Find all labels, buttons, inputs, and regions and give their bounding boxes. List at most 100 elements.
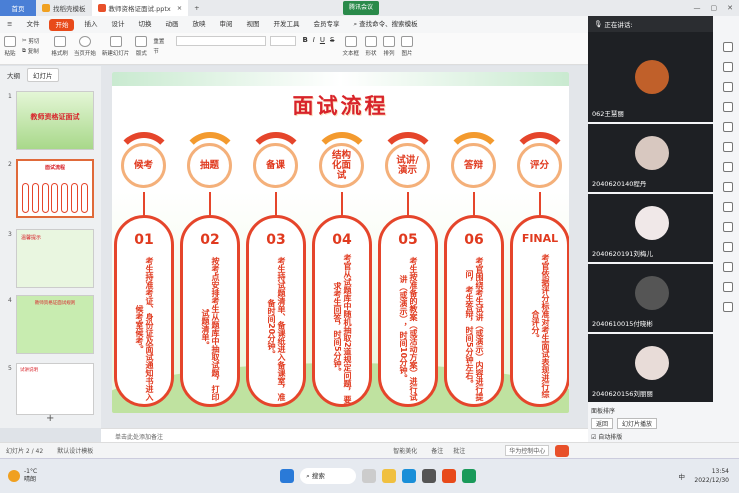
tab-home[interactable]: 首页	[0, 0, 36, 16]
play-button[interactable]: 当页开始	[74, 36, 96, 57]
textbox-label: 文本框	[342, 51, 359, 57]
tool-icon[interactable]	[722, 42, 733, 52]
tool-icon[interactable]	[722, 102, 733, 112]
participant-tile[interactable]: 2040620140程丹	[588, 124, 713, 192]
participant-tile[interactable]: 2040620156刘丽丽	[588, 334, 713, 402]
ime-indicator[interactable]: 中	[679, 471, 686, 481]
step-description: 考官依据评分标准对考生面试表现进行综合评分。	[531, 254, 550, 398]
menu-animation[interactable]: 动画	[158, 16, 185, 33]
tencent-meeting-icon[interactable]	[462, 469, 477, 483]
menu-file[interactable]: 文件	[19, 16, 46, 33]
tool-icon[interactable]	[722, 202, 733, 212]
menu-member[interactable]: 会员专享	[306, 16, 346, 33]
menu-icon[interactable]: ≡	[0, 16, 19, 33]
tab-template[interactable]: 找稻壳模板	[36, 0, 92, 16]
menu-developer[interactable]: 开发工具	[266, 16, 306, 33]
tab-slides[interactable]: 幻灯片	[27, 67, 59, 82]
input-method-icon[interactable]	[555, 444, 570, 457]
participant-tile[interactable]: 2040610015付晓彬	[588, 264, 713, 332]
tab-outline[interactable]: 大纲	[0, 70, 27, 80]
weather-text: 晴朗	[24, 476, 37, 483]
menu-design[interactable]: 设计	[104, 16, 131, 33]
step-card: 06 考官围绕考生试讲（或演示）内容进行提问，考生答辩，时间5分钟左右。	[444, 215, 504, 407]
shapes-button[interactable]: 形状	[364, 36, 377, 57]
thumb-number: 4	[8, 297, 12, 304]
tool-icon[interactable]	[722, 122, 733, 132]
clock[interactable]: 13:54 2022/12/30	[694, 467, 729, 485]
minimize-icon[interactable]: —	[694, 4, 701, 12]
participant-tile[interactable]: 2040620191刘梅儿	[588, 194, 713, 262]
smart-beautify-button[interactable]: 智能美化	[393, 446, 417, 455]
auto-layout-checkbox[interactable]: ☑ 自动排版	[591, 432, 710, 441]
layout-button[interactable]: 版式	[135, 36, 148, 57]
step-circle: 抽题	[187, 143, 232, 188]
menu-home[interactable]: 开始	[49, 18, 75, 31]
slide-thumbnail-selected[interactable]: 面试流程	[16, 159, 94, 218]
slideshow-button[interactable]: 幻灯片播放	[617, 418, 658, 429]
menu-review[interactable]: 审阅	[212, 16, 239, 33]
tool-icon[interactable]	[722, 222, 733, 232]
picture-button[interactable]: 图片	[400, 36, 413, 57]
menu-transition[interactable]: 切换	[131, 16, 158, 33]
notes-toggle[interactable]: 备注	[431, 446, 443, 455]
task-view-icon[interactable]	[362, 469, 377, 483]
font-family-select[interactable]	[176, 36, 267, 46]
speaking-header: 🎙 正在讲话:	[588, 16, 713, 32]
reset-button[interactable]: 重置	[153, 36, 164, 46]
weather-widget[interactable]: -1°C 晴朗	[8, 468, 37, 484]
edge-icon[interactable]	[402, 469, 417, 483]
store-icon[interactable]	[422, 469, 437, 483]
tool-icon[interactable]	[722, 82, 733, 92]
notes-area[interactable]: 单击此处添加备注	[101, 428, 588, 442]
close-window-icon[interactable]: ✕	[727, 4, 733, 12]
return-button[interactable]: 返回	[591, 418, 614, 429]
tool-icon[interactable]	[722, 282, 733, 292]
comments-toggle[interactable]: 批注	[453, 446, 465, 455]
menu-slideshow[interactable]: 放映	[185, 16, 212, 33]
slide-thumbnail[interactable]: 教师资格证面试	[16, 91, 94, 150]
menu-view[interactable]: 视图	[239, 16, 266, 33]
maximize-icon[interactable]: ▢	[711, 4, 718, 12]
new-slide-button[interactable]: 新建幻灯片	[102, 36, 129, 57]
new-tab-button[interactable]: +	[188, 0, 205, 16]
arrange-button[interactable]: 排列	[382, 36, 395, 57]
slide-thumbnail[interactable]: 教师资格证面试规则	[16, 295, 94, 354]
cut-button[interactable]: ✂ 剪切	[22, 36, 39, 46]
slide-thumbnail[interactable]: 温馨提示	[16, 229, 94, 288]
copy-button[interactable]: ⧉ 复制	[22, 46, 39, 56]
tool-icon[interactable]	[722, 262, 733, 272]
italic-icon[interactable]: I	[313, 36, 315, 44]
strikethrough-icon[interactable]: S	[330, 36, 334, 44]
paste-button[interactable]: 粘贴	[4, 36, 16, 57]
tool-icon[interactable]	[722, 162, 733, 172]
close-icon[interactable]: ×	[177, 4, 182, 12]
meeting-badge[interactable]: 腾讯会议	[343, 1, 380, 15]
file-explorer-icon[interactable]	[382, 469, 397, 483]
section-button[interactable]: 节	[153, 46, 164, 56]
tool-icon[interactable]	[722, 62, 733, 72]
windows-start-icon[interactable]	[280, 469, 295, 483]
underline-icon[interactable]: U	[320, 36, 325, 44]
add-slide-icon[interactable]: +	[46, 413, 54, 424]
tool-icon[interactable]	[722, 142, 733, 152]
format-painter-button[interactable]: 格式刷	[51, 36, 68, 57]
taskbar-search[interactable]: ⌕ 搜索	[300, 468, 357, 484]
participant-tile[interactable]: 062王慧丽	[588, 32, 713, 122]
huawei-control-center[interactable]: 华为控制中心	[505, 445, 550, 456]
wps-icon[interactable]	[442, 469, 457, 483]
arrange-label: 排列	[383, 51, 395, 57]
textbox-button[interactable]: 文本框	[342, 36, 359, 57]
bold-icon[interactable]: B	[302, 36, 307, 44]
current-slide[interactable]: 面试流程 候考 抽题 备课 结构化面试 试讲/演示 答辩 评分 01 考生持准考证…	[112, 72, 569, 413]
search-command[interactable]: ⌕ 查找命令、搜索模板	[346, 16, 424, 33]
tool-icon[interactable]	[722, 182, 733, 192]
search-command-label: 查找命令、搜索模板	[359, 20, 418, 28]
cut-label: 剪切	[28, 39, 40, 45]
font-size-select[interactable]	[270, 36, 297, 46]
slide-thumbnail[interactable]: 试讲说明	[16, 363, 94, 415]
tab-document[interactable]: 教师资格证面试.pptx ×	[91, 0, 189, 16]
tool-icon[interactable]	[722, 242, 733, 252]
menu-insert[interactable]: 插入	[77, 16, 104, 33]
step-description: 按考点安排考生从题库中抽取试题，打印试题清单。	[201, 257, 220, 401]
tool-icon[interactable]	[722, 302, 733, 312]
